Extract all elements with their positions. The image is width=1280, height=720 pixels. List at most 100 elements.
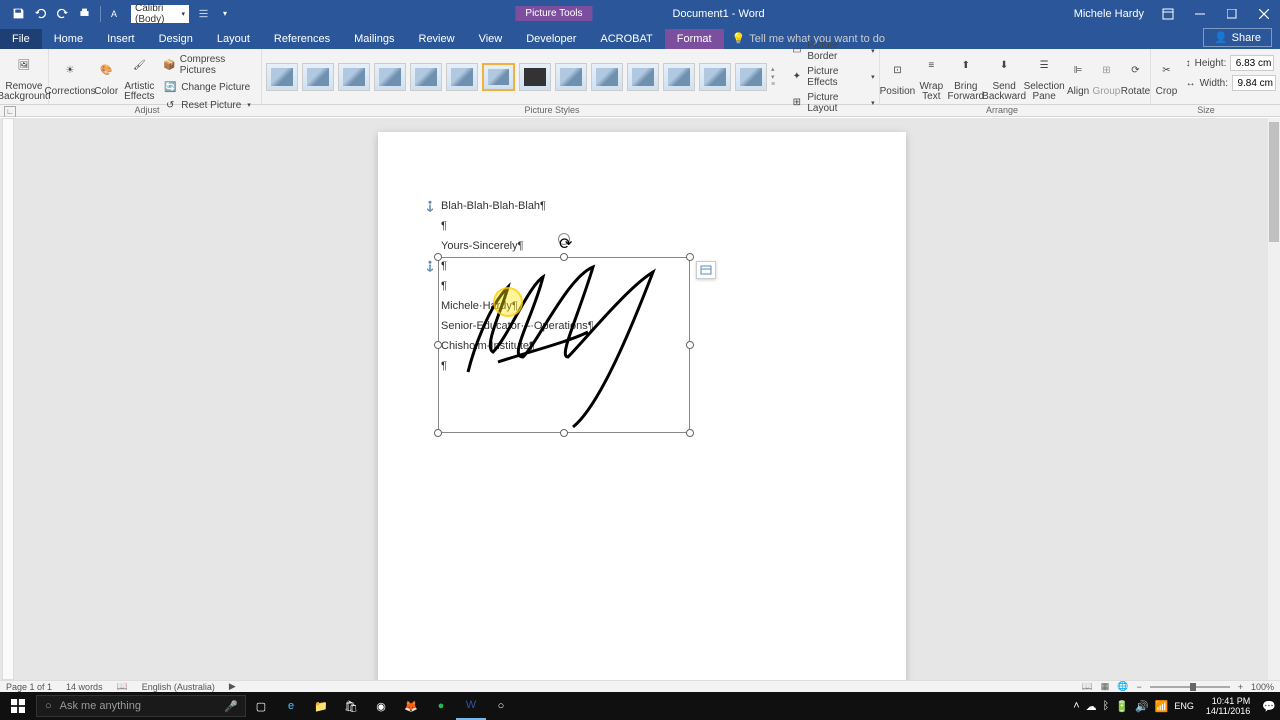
style-thumb[interactable] <box>410 63 442 91</box>
quickprint-icon[interactable] <box>74 4 94 24</box>
resize-handle[interactable] <box>434 429 442 437</box>
macro-icon[interactable]: ▶ <box>229 681 236 692</box>
task-view-icon[interactable]: ▢ <box>246 692 276 720</box>
clock[interactable]: 10:41 PM14/11/2016 <box>1200 696 1256 716</box>
style-thumb[interactable] <box>591 63 623 91</box>
style-thumb[interactable] <box>699 63 731 91</box>
reset-picture-button[interactable]: ↺Reset Picture▾ <box>163 97 255 113</box>
wrap-text-button[interactable]: ≡Wrap Text <box>915 49 947 104</box>
firefox-icon[interactable]: 🦊 <box>396 692 426 720</box>
gallery-up[interactable]: ▴ <box>771 65 782 73</box>
qat-customize-icon[interactable]: ▾ <box>215 4 235 24</box>
resize-handle[interactable] <box>686 253 694 261</box>
language-indicator[interactable]: English (Australia) <box>142 682 215 692</box>
chrome-icon[interactable]: ◉ <box>366 692 396 720</box>
layout-options-button[interactable] <box>696 261 716 279</box>
document-page[interactable]: Blah-Blah-Blah-Blah¶ ¶ Yours-Sincerely¶ … <box>378 132 906 680</box>
start-button[interactable] <box>0 692 36 720</box>
wifi-icon[interactable]: 📶 <box>1155 700 1169 713</box>
picture-effects-button[interactable]: ✦Picture Effects▾ <box>790 65 874 89</box>
bring-forward-button[interactable]: ⬆Bring Forward <box>947 49 984 104</box>
mic-icon[interactable]: 🎤 <box>216 692 246 720</box>
compress-pictures-button[interactable]: 📦Compress Pictures <box>163 53 255 77</box>
style-thumb[interactable] <box>519 63 551 91</box>
view-read-icon[interactable]: 📖 <box>1081 681 1092 692</box>
tab-format[interactable]: Format <box>665 29 724 49</box>
tab-developer[interactable]: Developer <box>514 29 588 49</box>
store-icon[interactable]: 🛍 <box>336 692 366 720</box>
rotate-button[interactable]: ⟳Rotate <box>1121 49 1151 104</box>
align-button[interactable]: ⊫Align <box>1064 49 1092 104</box>
resize-handle[interactable] <box>434 253 442 261</box>
view-web-icon[interactable]: 🌐 <box>1117 681 1128 692</box>
bluetooth-icon[interactable]: ᛒ <box>1103 700 1110 712</box>
style-thumb[interactable] <box>663 63 695 91</box>
tab-home[interactable]: Home <box>42 29 95 49</box>
change-picture-button[interactable]: 🔄Change Picture <box>163 79 255 95</box>
rotate-handle[interactable]: ⟳ <box>558 233 570 245</box>
tab-insert[interactable]: Insert <box>95 29 147 49</box>
save-icon[interactable] <box>8 4 28 24</box>
share-button[interactable]: 👤 Share <box>1203 28 1272 47</box>
style-thumb[interactable] <box>555 63 587 91</box>
artistic-effects-button[interactable]: 🖌Artistic Effects <box>121 49 157 104</box>
style-thumb[interactable] <box>374 63 406 91</box>
word-count[interactable]: 14 words <box>66 682 103 692</box>
resize-handle[interactable] <box>434 341 442 349</box>
remove-background-button[interactable]: 🖼Remove Background <box>0 49 48 104</box>
lang-indicator[interactable]: ENG <box>1174 701 1194 711</box>
gallery-down[interactable]: ▾ <box>771 73 782 81</box>
resize-handle[interactable] <box>686 429 694 437</box>
undo-icon[interactable] <box>30 4 50 24</box>
styles-icon[interactable]: A <box>107 4 127 24</box>
zoom-slider[interactable] <box>1150 686 1230 688</box>
style-thumb[interactable] <box>735 63 767 91</box>
corrections-button[interactable]: ☀Corrections <box>49 49 91 104</box>
tab-acrobat[interactable]: ACROBAT <box>588 29 664 49</box>
ribbon-options-icon[interactable] <box>1152 0 1184 27</box>
battery-icon[interactable]: 🔋 <box>1115 700 1129 713</box>
tab-layout[interactable]: Layout <box>205 29 262 49</box>
volume-icon[interactable]: 🔊 <box>1135 700 1149 713</box>
scroll-thumb[interactable] <box>1269 122 1279 242</box>
picture-styles-gallery[interactable]: ▴▾≡ ▭Picture Border▾ ✦Picture Effects▾ ⊞… <box>262 49 880 104</box>
tray-expand-icon[interactable]: ˄ <box>1073 700 1079 712</box>
tab-references[interactable]: References <box>262 29 342 49</box>
tab-design[interactable]: Design <box>147 29 205 49</box>
tab-review[interactable]: Review <box>407 29 467 49</box>
explorer-icon[interactable]: 📁 <box>306 692 336 720</box>
resize-handle[interactable] <box>560 429 568 437</box>
resize-handle[interactable] <box>686 341 694 349</box>
style-thumb[interactable] <box>627 63 659 91</box>
minimize-icon[interactable] <box>1184 0 1216 27</box>
tab-mailings[interactable]: Mailings <box>342 29 406 49</box>
send-backward-button[interactable]: ⬇Send Backward <box>984 49 1024 104</box>
zoom-out-icon[interactable]: − <box>1136 682 1141 692</box>
style-thumb[interactable] <box>338 63 370 91</box>
resize-handle[interactable] <box>560 253 568 261</box>
font-selector[interactable]: Calibri (Body)▾ <box>131 5 189 23</box>
vertical-scrollbar[interactable] <box>1268 118 1280 680</box>
search-input[interactable]: ○ Ask me anything <box>36 695 246 717</box>
style-thumb[interactable] <box>266 63 298 91</box>
edge-icon[interactable]: e <box>276 692 306 720</box>
zoom-in-icon[interactable]: + <box>1238 682 1243 692</box>
spotify-icon[interactable]: ● <box>426 692 456 720</box>
close-icon[interactable] <box>1248 0 1280 27</box>
style-thumb[interactable] <box>302 63 334 91</box>
view-print-icon[interactable]: ▦ <box>1101 681 1110 692</box>
page-indicator[interactable]: Page 1 of 1 <box>6 682 52 692</box>
maximize-icon[interactable] <box>1216 0 1248 27</box>
tab-file[interactable]: File <box>0 29 42 49</box>
tab-view[interactable]: View <box>467 29 515 49</box>
style-thumb[interactable] <box>482 63 514 91</box>
color-button[interactable]: 🎨Color <box>91 49 121 104</box>
picture-layout-button[interactable]: ⊞Picture Layout▾ <box>790 91 874 115</box>
width-input[interactable] <box>1232 75 1276 91</box>
height-input[interactable] <box>1230 55 1274 71</box>
zoom-level[interactable]: 100% <box>1251 682 1274 692</box>
position-button[interactable]: ⊡Position <box>880 49 916 104</box>
redo-icon[interactable] <box>52 4 72 24</box>
gallery-more[interactable]: ≡ <box>771 81 782 88</box>
word-icon[interactable]: W <box>456 692 486 720</box>
